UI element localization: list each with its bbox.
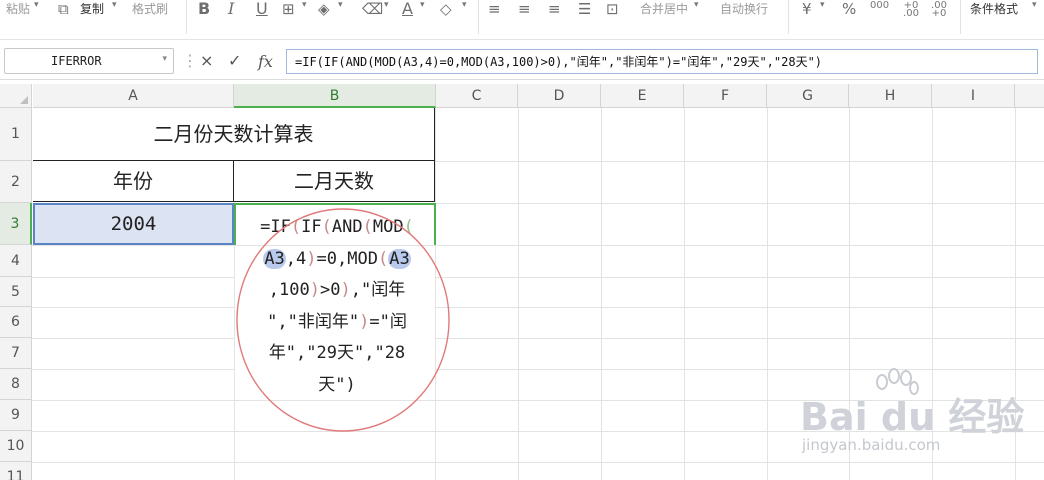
copy-button[interactable]: 复制 [80, 0, 104, 18]
watermark-url: jingyan.baidu.com [802, 436, 941, 454]
eraser-dropdown-icon[interactable]: ▾ [462, 0, 467, 10]
row-header-4[interactable]: 4 [0, 245, 32, 277]
justify-icon[interactable]: ☰ [578, 0, 591, 18]
ribbon-divider [186, 0, 187, 34]
conditional-format-button[interactable]: 条件格式 [970, 0, 1018, 18]
column-header-d[interactable]: D [518, 84, 601, 108]
gridline [601, 108, 602, 480]
copy-icon[interactable]: ⧉ [58, 0, 69, 18]
column-header-h[interactable]: H [849, 84, 932, 108]
align-right-icon[interactable]: ≡ [548, 0, 561, 18]
ribbon-toolbar: 粘贴 ▾ ⧉ 复制 ▾ 格式刷 B I U ⊞ ▾ ◈ ▾ ⌫ ▾ A ▾ ◇ … [0, 0, 1044, 40]
merge-center-button[interactable]: 合并居中 [640, 0, 688, 18]
watermark-logo: Bai du 经验 [800, 395, 1025, 439]
align-center-icon[interactable]: ≡ [518, 0, 531, 18]
year-value-cell[interactable]: 2004 [33, 203, 234, 245]
clear-dropdown-icon[interactable]: ▾ [384, 0, 389, 10]
annotation-ellipse [236, 208, 450, 432]
underline-button[interactable]: U [256, 0, 268, 18]
ribbon-divider [478, 0, 479, 34]
border-icon[interactable]: ⊞ [282, 0, 295, 18]
ribbon-divider [788, 0, 789, 34]
gridline [32, 307, 1044, 308]
select-all-corner[interactable] [0, 84, 32, 108]
gridline [684, 108, 685, 480]
conditional-format-dropdown-icon[interactable]: ▾ [1032, 0, 1037, 10]
insert-function-icon[interactable]: fx [258, 52, 273, 71]
ribbon-divider [960, 0, 961, 34]
column-header-c[interactable]: C [436, 84, 518, 108]
clear-format-icon[interactable]: ⌫ [362, 0, 383, 18]
row-header-9[interactable]: 9 [0, 400, 32, 431]
row-header-7[interactable]: 7 [0, 338, 32, 369]
border-dropdown-icon[interactable]: ▾ [302, 0, 307, 10]
decrease-decimal-button[interactable]: .00 +0 [928, 1, 950, 19]
cancel-icon[interactable]: × [200, 52, 213, 70]
merge-icon[interactable]: ⊡ [606, 0, 619, 18]
header-days-cell[interactable]: 二月天数 [234, 161, 435, 202]
column-header-j[interactable] [1015, 84, 1044, 108]
row-header-11[interactable]: 11 [0, 462, 32, 480]
column-header-e[interactable]: E [601, 84, 684, 108]
baidu-watermark: Bai du 经验 jingyan.baidu.com [800, 368, 1030, 476]
more-icon[interactable]: ⋮ [182, 52, 198, 70]
italic-button[interactable]: I [228, 0, 234, 18]
gridline [32, 245, 1044, 246]
formula-input[interactable]: =IF(IF(AND(MOD(A3,4)=0,MOD(A3,100)>0),"闰… [286, 49, 1038, 74]
row-header-5[interactable]: 5 [0, 277, 32, 307]
column-header-i[interactable]: I [932, 84, 1015, 108]
column-header-f[interactable]: F [684, 84, 767, 108]
name-box[interactable]: IFERROR ▾ [4, 48, 174, 74]
increase-decimal-button[interactable]: +0 .00 [900, 1, 922, 19]
corner-triangle-icon [20, 96, 28, 104]
annotation-circle [236, 208, 450, 432]
formula-bar: IFERROR ▾ ⋮ × ✓ fx =IF(IF(AND(MOD(A3,4)=… [0, 44, 1044, 80]
fill-color-icon[interactable]: ◈ [318, 0, 330, 18]
gridline [767, 108, 768, 480]
percent-button[interactable]: % [842, 0, 856, 18]
gridline [32, 338, 1044, 339]
copy-dropdown-icon[interactable]: ▾ [112, 0, 117, 10]
row-header-1[interactable]: 1 [0, 108, 32, 161]
column-header-g[interactable]: G [767, 84, 849, 108]
table-title-cell[interactable]: 二月份天数计算表 [33, 108, 435, 161]
align-left-icon[interactable]: ≡ [488, 0, 501, 18]
fill-dropdown-icon[interactable]: ▾ [338, 0, 343, 10]
enter-icon[interactable]: ✓ [228, 52, 241, 70]
font-color-button[interactable]: A [402, 0, 413, 18]
bold-button[interactable]: B [198, 0, 210, 18]
header-year-cell[interactable]: 年份 [33, 161, 234, 202]
format-painter-button[interactable]: 格式刷 [132, 0, 168, 18]
row-header-6[interactable]: 6 [0, 307, 32, 338]
gridline [518, 108, 519, 480]
gridline [32, 277, 1044, 278]
currency-button[interactable]: ¥ [802, 0, 812, 18]
font-color-dropdown-icon[interactable]: ▾ [420, 0, 425, 10]
eraser-icon[interactable]: ◇ [440, 0, 452, 18]
name-box-value: IFERROR [51, 54, 102, 68]
merge-dropdown-icon[interactable]: ▾ [694, 0, 699, 10]
row-header-2[interactable]: 2 [0, 161, 32, 203]
spreadsheet-grid: A B C D E F G H I 1 2 3 4 5 6 7 8 9 10 1… [0, 84, 1044, 480]
wrap-text-button[interactable]: 自动换行 [720, 0, 768, 18]
paste-button[interactable]: 粘贴 [6, 0, 30, 18]
column-header-a[interactable]: A [33, 84, 234, 108]
name-box-dropdown-icon[interactable]: ▾ [162, 54, 167, 64]
row-header-8[interactable]: 8 [0, 369, 32, 400]
row-header-10[interactable]: 10 [0, 431, 32, 462]
column-header-b[interactable]: B [234, 84, 436, 108]
currency-dropdown-icon[interactable]: ▾ [820, 0, 825, 10]
paste-dropdown-icon[interactable]: ▾ [34, 0, 39, 10]
thousands-button[interactable]: 000 [870, 1, 889, 11]
row-header-3[interactable]: 3 [0, 203, 32, 245]
